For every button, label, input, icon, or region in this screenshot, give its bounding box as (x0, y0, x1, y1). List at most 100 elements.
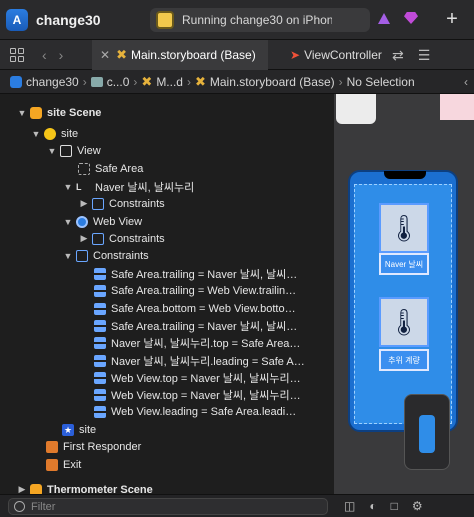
disclosure-down-icon[interactable]: ▼ (16, 108, 28, 118)
tab-bar: ‹ › ✕ ✖ Main.storyboard (Base) ➤ ViewCon… (0, 40, 474, 70)
outline-row-vc[interactable]: ▼ site (30, 125, 78, 142)
breadcrumb-file[interactable]: Main.storyboard (Base) (210, 75, 335, 89)
breadcrumb: change30 › c...0 › ✖ M...d › ✖ Main.stor… (0, 70, 474, 94)
tab-view-controller[interactable]: ➤ ViewController (282, 40, 388, 70)
appearance-icon[interactable]: ◐ (369, 499, 376, 513)
editor-options-icon[interactable]: ☰ (418, 47, 431, 64)
outline-label: site (79, 423, 97, 436)
document-outline: ▼ site Scene ▼ site ▼ View Safe Area ▼ L… (0, 94, 334, 494)
constraint-row[interactable]: Web View.leading = Safe Area.leadi… (92, 403, 296, 420)
zoom-icon[interactable]: ⚙ (412, 499, 423, 513)
scene-preview[interactable] (336, 94, 376, 124)
filter-field[interactable] (8, 498, 328, 515)
view-icon (60, 144, 72, 157)
device-icon[interactable]: □ (391, 499, 398, 513)
constraint-row[interactable]: Safe Area.bottom = Web View.botto… (92, 300, 296, 317)
storyboard-canvas[interactable]: 🌡 Naver 날씨 🌡 추위 계량 (334, 94, 474, 494)
constraint-icon (94, 267, 106, 280)
first-responder-icon (46, 440, 58, 453)
web-view-area[interactable]: 🌡 Naver 날씨 🌡 추위 계량 (354, 184, 452, 424)
disclosure-down-icon[interactable]: ▼ (46, 146, 58, 156)
outline-label: Web View.top = Naver 날씨, 날씨누리… (111, 372, 301, 385)
constraint-icon (94, 284, 106, 297)
scene-icon (30, 106, 42, 119)
outline-row-constraints[interactable]: ▼ Constraints (62, 247, 149, 264)
constraint-row[interactable]: Naver 날씨, 날씨누리.top = Safe Area… (92, 334, 300, 351)
constraint-row[interactable]: Safe Area.trailing = Web View.trailin… (92, 282, 296, 299)
folder-icon (90, 76, 103, 87)
close-icon[interactable]: ✕ (100, 48, 110, 62)
outline-row-label[interactable]: ▼ L Naver 날씨, 날씨누리 (62, 178, 195, 195)
outline-row-web-constraints[interactable]: ▶ Constraints (78, 230, 165, 247)
breadcrumb-selection[interactable]: No Selection (347, 75, 415, 89)
cold-label[interactable]: 추위 계량 (379, 349, 429, 371)
outline-label: Web View.leading = Safe Area.leadi… (111, 405, 297, 418)
outline-row-view[interactable]: ▼ View (46, 142, 101, 159)
breadcrumb-folder[interactable]: c...0 (107, 75, 130, 89)
breadcrumb-project[interactable]: change30 (26, 75, 79, 89)
outline-row-safe-area[interactable]: Safe Area (76, 160, 143, 177)
outline-label: Web View (93, 215, 143, 228)
constraint-row[interactable]: Safe Area.trailing = Naver 날씨, 날씨… (92, 317, 297, 334)
chevron-right-icon: › (186, 74, 191, 89)
outline-row-storyboard-entry[interactable]: ★ site (60, 421, 96, 438)
disclosure-down-icon[interactable]: ▼ (62, 251, 74, 261)
constraint-icon (94, 388, 106, 401)
disclosure-down-icon[interactable]: ▼ (30, 129, 42, 139)
outline-label: Safe Area (95, 162, 144, 175)
storyboard-icon: ✖ (194, 73, 206, 89)
device-preview[interactable] (404, 394, 450, 470)
bottom-bar: ◫ ◐ □ ⚙ (0, 494, 474, 517)
constraint-icon (94, 336, 106, 349)
breadcrumb-group[interactable]: M...d (156, 75, 183, 89)
outline-row-scene-2[interactable]: ▶ Thermometer Scene (16, 481, 153, 494)
constraint-row[interactable]: Web View.top = Naver 날씨, 날씨누리… (92, 369, 301, 386)
outline-row-first-responder[interactable]: First Responder (44, 438, 141, 455)
filter-input[interactable] (31, 500, 311, 513)
xcode-app-icon[interactable]: A (6, 8, 28, 31)
constraint-row[interactable]: Safe Area.trailing = Naver 날씨, 날씨… (92, 265, 297, 282)
tab-label: ViewController (304, 48, 382, 62)
constraint-row[interactable]: Web View.top = Naver 날씨, 날씨누리… (92, 386, 301, 403)
constraints-icon (76, 249, 88, 262)
outline-label: Naver 날씨, 날씨누리.top = Safe Area… (111, 337, 301, 350)
grid-icon[interactable] (10, 47, 24, 62)
outline-row-web-view[interactable]: ▼ Web View (62, 213, 142, 230)
disclosure-down-icon[interactable]: ▼ (62, 182, 74, 192)
status-text: Running change30 on iPhon… (182, 13, 332, 27)
constraint-icon (94, 354, 106, 367)
exit-icon (46, 458, 58, 471)
outline-row-scene[interactable]: ▼ site Scene (16, 104, 101, 121)
disclosure-right-icon[interactable]: ▶ (16, 484, 28, 494)
disclosure-right-icon[interactable]: ▶ (78, 233, 90, 244)
naver-label[interactable]: Naver 날씨 (379, 253, 429, 275)
outline-label: Web View.top = Naver 날씨, 날씨누리… (111, 389, 301, 402)
constraint-row[interactable]: Naver 날씨, 날씨누리.leading = Safe A… (92, 352, 305, 369)
issues-icon[interactable] (404, 12, 418, 24)
outline-label: Safe Area.trailing = Naver 날씨, 날씨… (111, 268, 298, 281)
chevron-left-icon[interactable]: ‹ (464, 75, 468, 89)
project-title: change30 (36, 11, 101, 28)
thermometer-icon: 🌡 (379, 297, 429, 347)
outline-row-exit[interactable]: Exit (44, 456, 81, 473)
disclosure-down-icon[interactable]: ▼ (62, 217, 74, 227)
outline-label: Safe Area.bottom = Web View.botto… (111, 302, 296, 315)
scene-preview[interactable] (440, 94, 474, 120)
activity-status[interactable]: Running change30 on iPhon… (150, 8, 370, 32)
iphone-scene[interactable]: 🌡 Naver 날씨 🌡 추위 계량 (348, 170, 458, 432)
view-controller-icon (44, 127, 56, 140)
add-button[interactable]: + (440, 8, 464, 32)
outline-label: site (61, 127, 79, 140)
warning-icon[interactable] (378, 13, 390, 24)
swap-icon[interactable]: ⇄ (392, 47, 404, 64)
outline-row-label-constraints[interactable]: ▶ Constraints (78, 195, 165, 212)
tab-label: Main.storyboard (Base) (130, 48, 256, 62)
back-arrow-icon[interactable]: ‹ (42, 47, 47, 63)
outline-label: View (77, 144, 101, 157)
sidebar-toggle-icon[interactable]: ◫ (344, 499, 355, 513)
tab-main-storyboard[interactable]: ✕ ✖ Main.storyboard (Base) (92, 40, 268, 70)
disclosure-right-icon[interactable]: ▶ (78, 198, 90, 209)
device-preview-screen (419, 415, 435, 453)
forward-arrow-icon[interactable]: › (59, 47, 64, 63)
outline-label: Naver 날씨, 날씨누리 (95, 181, 195, 194)
